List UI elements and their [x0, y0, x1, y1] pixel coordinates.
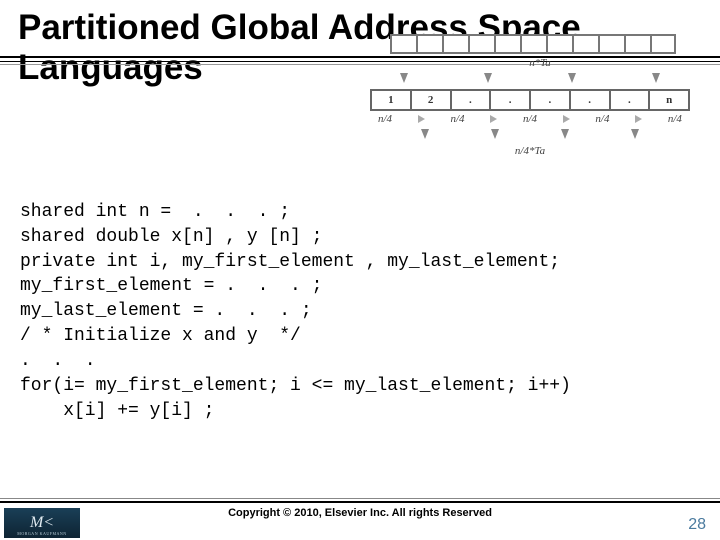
n4-label: n/4	[523, 113, 537, 125]
copyright-text: Copyright © 2010, Elsevier Inc. All righ…	[0, 507, 720, 519]
diagram-cell: .	[489, 89, 529, 111]
memory-diagram: n*Ta 1 2 . . . . . n n/4 n/4 n/4 n/4 n/4…	[370, 34, 690, 194]
diagram-mid-row: 1 2 . . . . . n	[370, 89, 690, 111]
arrow-right-icon	[418, 115, 425, 123]
logo-subtext: MORGAN KAUFMANN	[17, 531, 66, 536]
diagram-bottom-arrows	[390, 129, 670, 143]
diagram-cell: .	[609, 89, 649, 111]
arrow-right-icon	[490, 115, 497, 123]
publisher-logo: M< MORGAN KAUFMANN	[4, 508, 80, 538]
n4-label: n/4	[668, 113, 682, 125]
diagram-cell: 1	[370, 89, 410, 111]
diagram-cell: .	[450, 89, 490, 111]
n4-label: n/4	[595, 113, 609, 125]
diagram-cell: .	[569, 89, 609, 111]
diagram-top-arrows	[400, 73, 660, 87]
diagram-cell: 2	[410, 89, 450, 111]
footer: Copyright © 2010, Elsevier Inc. All righ…	[0, 498, 720, 540]
n4-label: n/4	[378, 113, 392, 125]
diagram-nta-label: n*Ta	[390, 57, 690, 69]
n4-label: n/4	[450, 113, 464, 125]
diagram-cell: .	[529, 89, 569, 111]
code-listing: shared int n = . . . ; shared double x[n…	[20, 200, 700, 423]
arrow-right-icon	[635, 115, 642, 123]
diagram-top-row	[390, 34, 690, 54]
diagram-n4-row: n/4 n/4 n/4 n/4 n/4	[378, 113, 682, 125]
diagram-cell: n	[648, 89, 690, 111]
arrow-right-icon	[563, 115, 570, 123]
diagram-n4ta-label: n/4*Ta	[370, 145, 690, 157]
page-number: 28	[688, 516, 706, 534]
logo-mark: M<	[30, 514, 54, 532]
